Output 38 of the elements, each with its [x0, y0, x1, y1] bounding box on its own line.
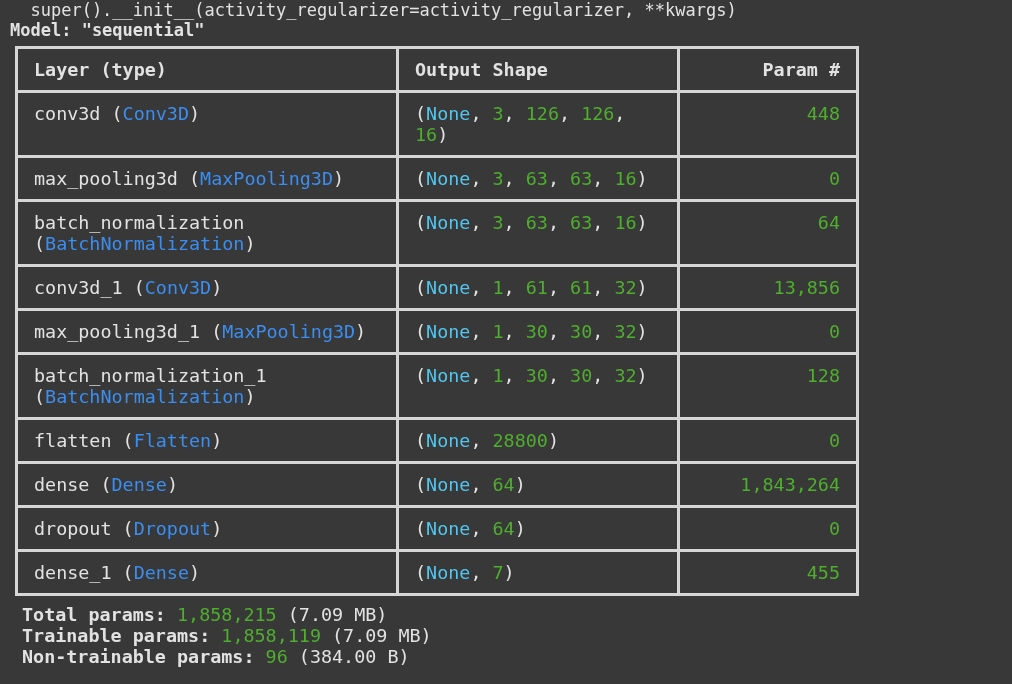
- table-cell: (None, 28800): [399, 420, 677, 461]
- params-summary-line: Non-trainable params: 96 (384.00 B): [22, 646, 411, 667]
- table-header-cell: Output Shape: [399, 49, 677, 90]
- table-cell: 0: [680, 508, 856, 549]
- table-cell: (None, 1, 61, 61, 32): [399, 267, 677, 308]
- params-summary-line: Trainable params: 1,858,119 (7.09 MB): [22, 625, 432, 646]
- table-cell: (None, 1, 30, 30, 32): [399, 355, 677, 417]
- table-cell: batch_normalization (BatchNormalization): [18, 202, 396, 264]
- table-cell: conv3d_1 (Conv3D): [18, 267, 396, 308]
- table-cell: max_pooling3d_1 (MaxPooling3D): [18, 311, 396, 352]
- table-cell: (None, 3, 63, 63, 16): [399, 158, 677, 199]
- table-cell: (None, 7): [399, 552, 677, 593]
- table-cell: 13,856: [680, 267, 856, 308]
- table-cell: 0: [680, 158, 856, 199]
- table-cell: dense (Dense): [18, 464, 396, 505]
- table-cell: 455: [680, 552, 856, 593]
- table-cell: 0: [680, 311, 856, 352]
- console-output-line: super().__init__(activity_regularizer=activity_regularizer, **kwargs): [29, 0, 737, 20]
- table-header-cell: Param #: [680, 49, 856, 90]
- table-cell: conv3d (Conv3D): [18, 93, 396, 155]
- table-cell: max_pooling3d (MaxPooling3D): [18, 158, 396, 199]
- table-cell: 448: [680, 93, 856, 155]
- table-cell: 1,843,264: [680, 464, 856, 505]
- table-cell: (None, 3, 126, 126, 16): [399, 93, 677, 155]
- model-title: Model: "sequential": [10, 20, 205, 40]
- table-cell: 64: [680, 202, 856, 264]
- table-header-cell: Layer (type): [18, 49, 396, 90]
- table-cell: dropout (Dropout): [18, 508, 396, 549]
- table-cell: 128: [680, 355, 856, 417]
- table-cell: dense_1 (Dense): [18, 552, 396, 593]
- params-summary-line: Total params: 1,858,215 (7.09 MB): [22, 604, 389, 625]
- table-cell: (None, 1, 30, 30, 32): [399, 311, 677, 352]
- table-cell: (None, 64): [399, 508, 677, 549]
- table-cell: (None, 3, 63, 63, 16): [399, 202, 677, 264]
- table-cell: (None, 64): [399, 464, 677, 505]
- table-cell: batch_normalization_1 (BatchNormalization): [18, 355, 396, 417]
- table-cell: flatten (Flatten): [18, 420, 396, 461]
- table-cell: 0: [680, 420, 856, 461]
